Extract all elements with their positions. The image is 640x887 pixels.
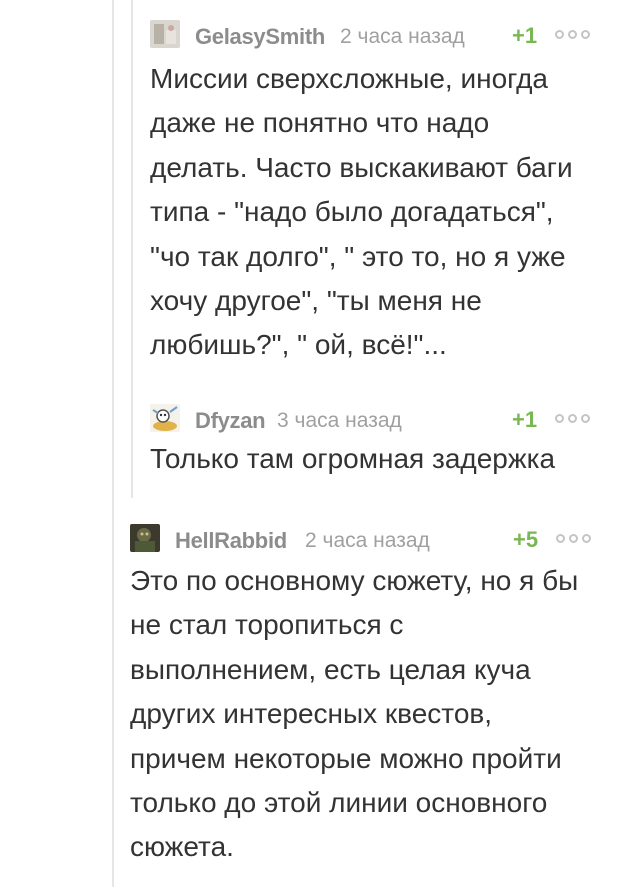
comment-header: Dfyzan 3 часа назад +1 bbox=[150, 402, 610, 434]
thread-line-inner bbox=[131, 0, 133, 498]
thread-line-outer bbox=[112, 0, 114, 887]
comment-time[interactable]: 2 часа назад bbox=[305, 529, 430, 553]
comment-body: Миссии сверхсложные, иногда даже не поня… bbox=[150, 57, 615, 368]
comment-rating: +5 bbox=[513, 527, 539, 552]
comment-line: только до этой линии основного bbox=[130, 787, 548, 819]
comment-author[interactable]: GelasySmith bbox=[195, 24, 325, 50]
comment-hellrabbid: HellRabbid 2 часа назад +5 Это по основн… bbox=[130, 522, 620, 862]
comment-line: не стал торопиться с bbox=[130, 609, 404, 641]
comment-author[interactable]: HellRabbid bbox=[175, 528, 287, 554]
comment-rating: +1 bbox=[512, 23, 538, 48]
comment-line: "чо так долго", " это то, но я уже bbox=[150, 240, 566, 272]
comment-body: Только там огромная задержка bbox=[150, 437, 615, 481]
more-dots-icon[interactable] bbox=[555, 28, 603, 42]
comment-rating: +1 bbox=[512, 407, 538, 432]
more-dots-icon[interactable] bbox=[555, 412, 603, 426]
comment-line: типа - "надо было догадаться", bbox=[150, 196, 554, 228]
comment-dfyzan: Dfyzan 3 часа назад +1 Только там огромн… bbox=[150, 402, 610, 482]
more-dots-icon[interactable] bbox=[556, 532, 604, 546]
comment-author[interactable]: Dfyzan bbox=[195, 408, 266, 434]
comment-line: Это по основному сюжету, но я бы bbox=[130, 565, 579, 596]
comment-header: HellRabbid 2 часа назад +5 bbox=[130, 522, 620, 554]
user-avatar-icon[interactable] bbox=[150, 404, 180, 432]
comment-line: любишь?", " ой, всё!"... bbox=[150, 329, 447, 361]
comment-line: причем некоторые можно пройти bbox=[130, 742, 562, 774]
comment-line: Только там огромная задержка bbox=[150, 443, 556, 474]
comment-line: делать. Часто выскакивают баги bbox=[150, 151, 573, 183]
comment-line: других интересных квестов, bbox=[130, 698, 493, 730]
comment-line: выполнением, есть целая куча bbox=[130, 653, 531, 685]
user-avatar-icon[interactable] bbox=[130, 524, 160, 552]
comment-line: Миссии сверхсложные, иногда bbox=[150, 63, 549, 94]
comment-gelasysmith: GelasySmith 2 часа назад +1 Миссии сверх… bbox=[150, 18, 610, 360]
user-avatar-icon[interactable] bbox=[150, 20, 180, 48]
comment-time[interactable]: 3 часа назад bbox=[277, 409, 402, 433]
comment-body: Это по основному сюжету, но я бы не стал… bbox=[130, 559, 625, 870]
comment-time[interactable]: 2 часа назад bbox=[340, 25, 465, 49]
comment-header: GelasySmith 2 часа назад +1 bbox=[150, 18, 610, 50]
comment-line: хочу другое", "ты меня не bbox=[150, 285, 482, 317]
comment-line: сюжета. bbox=[130, 831, 234, 863]
comment-line: даже не понятно что надо bbox=[150, 107, 490, 139]
